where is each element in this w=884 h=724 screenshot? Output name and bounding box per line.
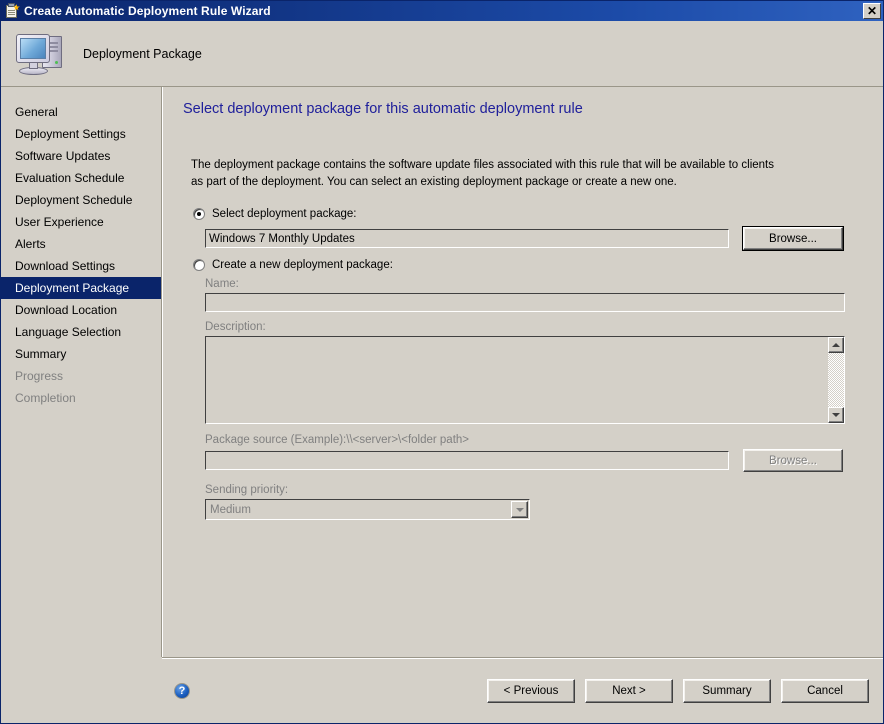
sidebar-item-general[interactable]: General [1, 101, 161, 123]
previous-button[interactable]: < Previous [487, 679, 575, 703]
package-source-input[interactable] [205, 451, 729, 471]
create-package-radio-row[interactable]: Create a new deployment package: [193, 259, 883, 272]
select-package-radio[interactable] [193, 208, 205, 221]
sidebar-item-alerts[interactable]: Alerts [1, 233, 161, 255]
selected-package-input[interactable]: Windows 7 Monthly Updates [205, 229, 729, 249]
sidebar-item-deployment-schedule[interactable]: Deployment Schedule [1, 189, 161, 211]
description-label: Description: [205, 321, 266, 334]
browse-package-button[interactable]: Browse... [742, 226, 844, 252]
sidebar-item-deployment-package[interactable]: Deployment Package [1, 277, 161, 299]
package-description-input[interactable] [205, 336, 845, 425]
next-button[interactable]: Next > [585, 679, 673, 703]
scroll-up-icon[interactable] [828, 337, 844, 354]
create-package-label: Create a new deployment package: [212, 259, 393, 272]
select-package-label: Select deployment package: [212, 208, 357, 221]
sidebar-item-software-updates[interactable]: Software Updates [1, 145, 161, 167]
package-name-input[interactable] [205, 293, 845, 313]
sending-priority-select: Medium [205, 499, 530, 521]
summary-button[interactable]: Summary [683, 679, 771, 703]
wizard-banner: Deployment Package [1, 21, 883, 87]
sidebar-item-deployment-settings[interactable]: Deployment Settings [1, 123, 161, 145]
create-package-radio[interactable] [193, 259, 205, 272]
wizard-checklist-icon [4, 3, 20, 19]
wizard-window: Create Automatic Deployment Rule Wizard … [0, 0, 884, 724]
sidebar-item-language-selection[interactable]: Language Selection [1, 321, 161, 343]
sidebar-item-download-settings[interactable]: Download Settings [1, 255, 161, 277]
chevron-down-icon [511, 501, 528, 519]
cancel-button[interactable]: Cancel [781, 679, 869, 703]
wizard-body: General Deployment Settings Software Upd… [1, 87, 883, 657]
help-question-icon[interactable]: ? [174, 683, 190, 699]
page-description: The deployment package contains the soft… [191, 159, 774, 188]
banner-title: Deployment Package [83, 46, 202, 61]
package-source-field-row: Browse... [205, 449, 883, 473]
sidebar-item-summary[interactable]: Summary [1, 343, 161, 365]
title-bar: Create Automatic Deployment Rule Wizard … [1, 1, 883, 21]
select-package-field-row: Windows 7 Monthly Updates Browse... [205, 226, 883, 252]
deployment-package-form: Select deployment package: Windows 7 Mon… [163, 190, 883, 521]
close-button[interactable]: ✕ [863, 3, 881, 19]
sidebar-item-evaluation-schedule[interactable]: Evaluation Schedule [1, 167, 161, 189]
description-text[interactable] [206, 337, 828, 423]
sidebar-item-user-experience[interactable]: User Experience [1, 211, 161, 233]
wizard-step-list: General Deployment Settings Software Upd… [1, 87, 162, 657]
browse-source-button: Browse... [743, 449, 843, 473]
wizard-content: Select deployment package for this autom… [162, 87, 883, 657]
sending-priority-value: Medium [210, 503, 251, 516]
sending-priority-label: Sending priority: [205, 484, 289, 497]
name-label: Name: [205, 278, 239, 291]
wizard-footer: ? < Previous Next > Summary Cancel [162, 657, 883, 723]
description-scrollbar[interactable] [828, 337, 844, 424]
scroll-down-icon[interactable] [828, 407, 844, 424]
computer-icon [13, 30, 69, 78]
select-package-radio-row[interactable]: Select deployment package: [193, 208, 883, 221]
sidebar-item-completion: Completion [15, 391, 76, 405]
sidebar-item-progress: Progress [15, 369, 64, 383]
window-title: Create Automatic Deployment Rule Wizard [24, 4, 271, 18]
package-source-label: Package source (Example):\\<server>\<fol… [205, 434, 470, 447]
name-field-row [205, 293, 883, 313]
page-title: Select deployment package for this autom… [183, 101, 583, 117]
sidebar-item-download-location[interactable]: Download Location [1, 299, 161, 321]
footer-button-group: < Previous Next > Summary Cancel [487, 679, 869, 703]
